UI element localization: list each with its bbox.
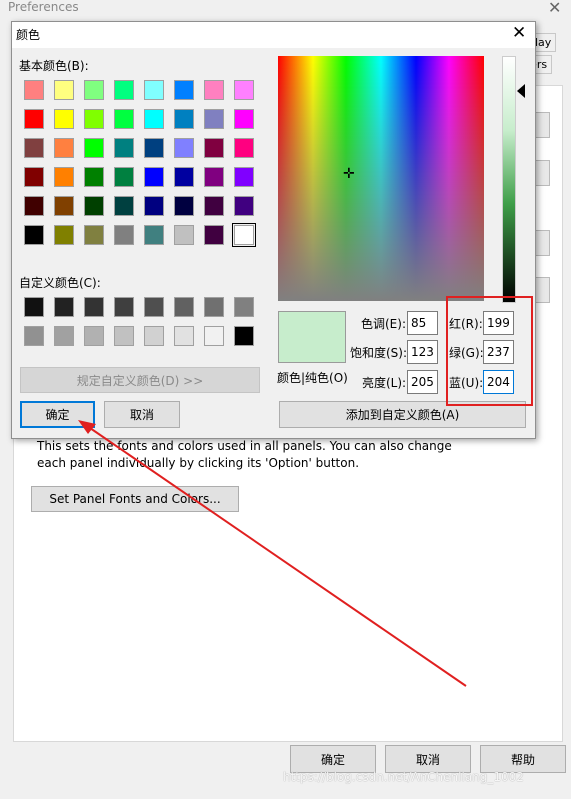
watermark: https://blog.csdn.net/AnChenliang_1002 — [283, 770, 524, 784]
annotation-arrow — [78, 420, 467, 687]
annotation-arrow-head — [78, 420, 96, 434]
annotation-arrow-line — [89, 427, 467, 687]
